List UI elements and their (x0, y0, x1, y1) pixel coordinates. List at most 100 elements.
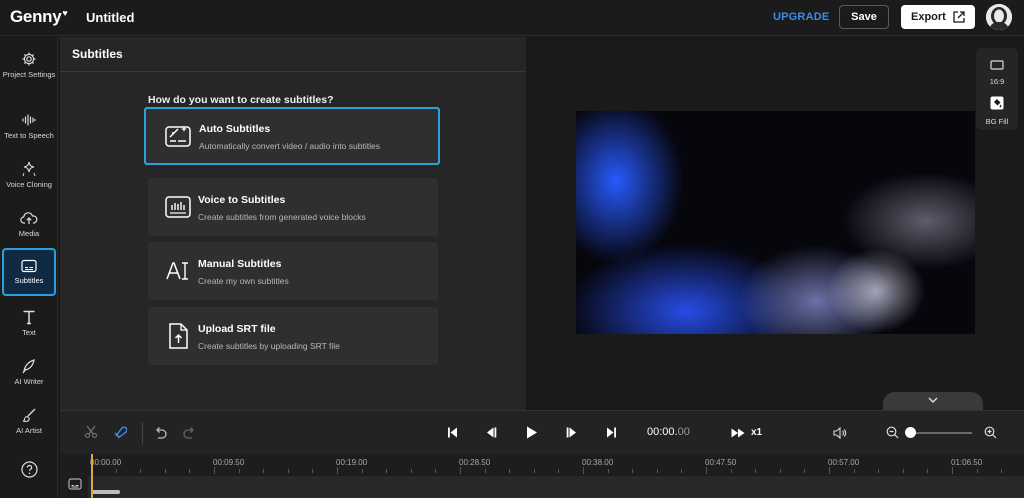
timeline-tick (263, 469, 265, 473)
upload-file-icon (169, 323, 188, 349)
skip-to-end-icon[interactable] (606, 427, 617, 438)
timeline-tick (410, 469, 412, 473)
sidebar-item-help[interactable] (0, 461, 58, 498)
subtitles-question: How do you want to create subtitles? (148, 94, 334, 106)
collapse-timeline-tab[interactable] (883, 392, 983, 410)
tool-label: 16:9 (989, 77, 1005, 86)
time-main: 00:00. (647, 426, 678, 438)
timeline-tick-label: 00:47.50 (705, 458, 737, 467)
playback-time: 00:00.00 (647, 426, 690, 438)
timeline-tick (140, 469, 142, 473)
preview-area (527, 37, 1024, 410)
redo-icon[interactable] (183, 426, 197, 439)
magnet-snap-icon[interactable] (113, 425, 127, 439)
option-description: Create subtitles from generated voice bl… (198, 212, 366, 222)
sidebar-item-label: Subtitles (14, 276, 44, 285)
sidebar-item-text-to-speech[interactable]: Text to Speech (0, 112, 58, 158)
skip-to-start-icon[interactable] (447, 427, 458, 438)
upgrade-link[interactable]: UPGRADE (773, 11, 829, 23)
timeline-tick (656, 469, 658, 473)
gear-icon (22, 52, 36, 66)
tool-label: BG Fill (985, 117, 1009, 126)
bg-fill-button[interactable]: BG Fill (976, 96, 1018, 126)
video-preview[interactable] (576, 111, 975, 334)
timeline-tick (730, 469, 732, 473)
timeline-tick (1001, 469, 1003, 473)
top-bar: Genny♥ Untitled UPGRADE Save Export (0, 0, 1024, 36)
timeline-tick (214, 467, 215, 474)
step-forward-icon[interactable] (566, 427, 578, 438)
timeline-tick (952, 467, 953, 474)
play-icon[interactable] (526, 426, 538, 439)
timeline-tick (312, 469, 314, 473)
timeline-tick (804, 469, 806, 473)
timeline-tick (484, 469, 486, 473)
subtitles-track-icon (68, 478, 82, 490)
timeline-tick (386, 469, 388, 473)
sidebar-item-ai-artist[interactable]: AI Artist (0, 407, 58, 453)
help-icon (20, 461, 38, 478)
timeline-tick (238, 469, 240, 473)
option-upload-srt[interactable]: Upload SRT file Create subtitles by uplo… (148, 307, 438, 365)
timeline-tick (509, 469, 511, 473)
option-title: Voice to Subtitles (198, 194, 286, 206)
left-sidebar: Project Settings Text to Speech Voice Cl… (0, 37, 58, 498)
zoom-slider-track[interactable] (910, 432, 972, 434)
timeline-tick (337, 467, 338, 474)
timeline-tick (902, 469, 904, 473)
project-title[interactable]: Untitled (86, 10, 134, 25)
sidebar-item-label: AI Artist (16, 426, 42, 435)
option-manual-subtitles[interactable]: Manual Subtitles Create my own subtitles (148, 242, 438, 300)
save-button[interactable]: Save (839, 5, 889, 29)
sparkle-icon (22, 161, 36, 177)
genny-logo[interactable]: Genny♥ (10, 7, 68, 27)
aspect-ratio-icon (990, 60, 1004, 70)
export-button[interactable]: Export (901, 5, 975, 29)
timeline-tick (435, 469, 437, 473)
timeline-tick (681, 469, 683, 473)
sidebar-item-label: Project Settings (2, 70, 56, 79)
aspect-ratio-button[interactable]: 16:9 (976, 57, 1018, 86)
export-label: Export (911, 11, 946, 23)
user-avatar[interactable] (986, 4, 1012, 30)
sidebar-item-ai-writer[interactable]: AI Writer (0, 358, 58, 404)
paint-bucket-icon (990, 96, 1004, 110)
voice-subtitles-icon (165, 196, 191, 218)
zoom-out-icon[interactable] (886, 426, 899, 439)
timeline-tick (115, 469, 117, 473)
zoom-in-icon[interactable] (984, 426, 997, 439)
chevron-down-icon (928, 397, 938, 403)
fast-forward-icon[interactable] (731, 428, 745, 438)
panel-title: Subtitles (72, 47, 123, 61)
timeline-tick (878, 469, 880, 473)
undo-icon[interactable] (153, 426, 167, 439)
option-title: Auto Subtitles (199, 123, 271, 135)
transport-bar: 00:00.00 x1 (60, 410, 1024, 454)
option-description: Create my own subtitles (198, 276, 289, 286)
sidebar-item-text[interactable]: Text (0, 309, 58, 355)
option-auto-subtitles[interactable]: Auto Subtitles Automatically convert vid… (144, 107, 440, 165)
timeline-scrollbar[interactable] (92, 490, 120, 494)
step-back-icon[interactable] (485, 427, 497, 438)
volume-icon[interactable] (833, 427, 847, 439)
zoom-slider-handle[interactable] (905, 427, 916, 438)
sidebar-item-project-settings[interactable]: Project Settings (0, 51, 58, 97)
avatar-image (986, 4, 1012, 30)
timeline[interactable]: 00:00.00 00:09.50 00:19.00 00:28.50 00:38.00… (60, 454, 1024, 498)
sidebar-item-voice-cloning[interactable]: Voice Cloning (0, 161, 58, 207)
text-t-icon (23, 310, 35, 325)
playback-speed[interactable]: x1 (751, 427, 762, 438)
timeline-tick (361, 469, 363, 473)
time-fraction: 00 (677, 426, 690, 438)
playhead[interactable] (91, 454, 93, 498)
sidebar-item-subtitles[interactable]: Subtitles (2, 248, 56, 296)
subtitles-panel: Subtitles How do you want to create subt… (60, 37, 526, 410)
option-voice-to-subtitles[interactable]: Voice to Subtitles Create subtitles from… (148, 178, 438, 236)
cut-icon[interactable] (84, 425, 98, 439)
subtitle-track[interactable] (88, 476, 1024, 498)
timeline-tick (607, 469, 609, 473)
timeline-tick (755, 469, 757, 473)
export-icon (953, 11, 965, 23)
auto-subtitles-icon (165, 126, 191, 147)
option-description: Create subtitles by uploading SRT file (198, 341, 340, 351)
